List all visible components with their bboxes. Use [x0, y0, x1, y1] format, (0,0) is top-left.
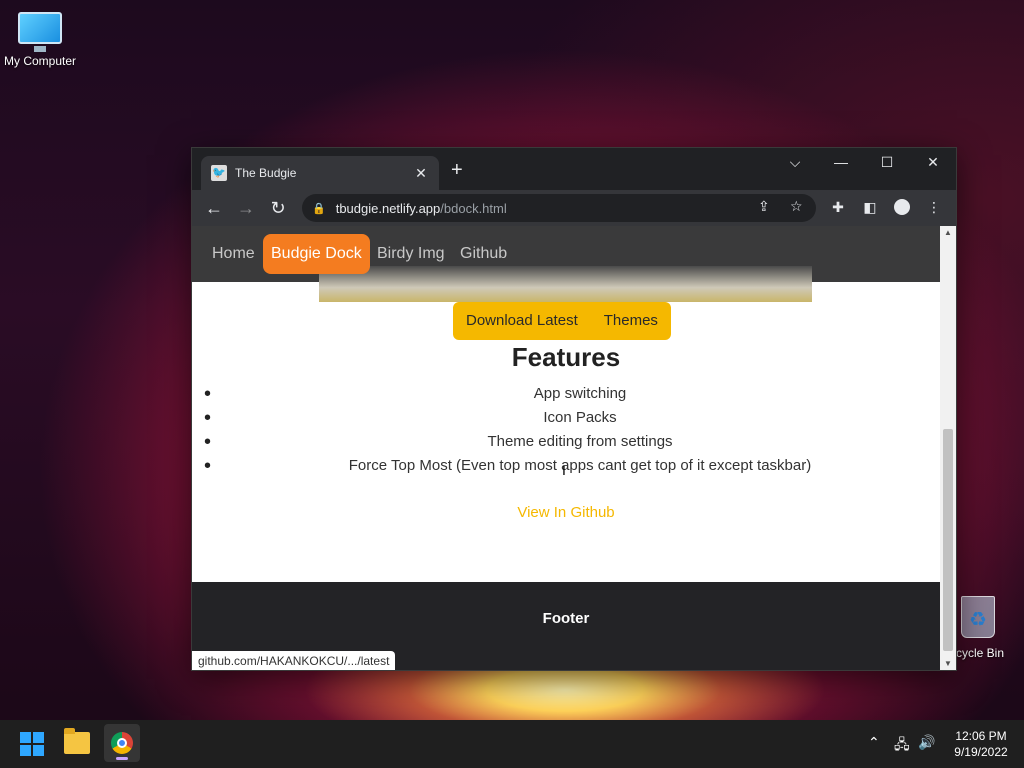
share-icon[interactable]: ⇪	[758, 198, 770, 215]
reload-icon[interactable]: ↻	[266, 196, 290, 220]
recycle-bin-shortcut[interactable]: ♻ cycle Bin	[948, 596, 1008, 660]
browser-toolbar: ← → ↻ 🔒 tbudgie.netlify.app/bdock.html ⇪…	[192, 190, 956, 226]
clock-time: 12:06 PM	[955, 729, 1007, 743]
file-explorer-icon[interactable]	[64, 728, 90, 754]
text-cursor-icon: I	[562, 462, 566, 478]
forward-arrow-icon[interactable]: →	[234, 196, 258, 220]
network-icon[interactable]: 🖧	[894, 734, 910, 758]
show-hidden-icons-chevron-icon[interactable]: ⌃	[868, 734, 880, 751]
address-bar[interactable]: 🔒 tbudgie.netlify.app/bdock.html ⇪ ☆	[302, 194, 816, 222]
site-navbar: Home Budgie Dock Birdy Img Github	[192, 226, 940, 302]
feature-item: Theme editing from settings	[204, 430, 930, 454]
nav-birdy-img[interactable]: Birdy Img	[369, 234, 453, 274]
lock-icon: 🔒	[312, 202, 326, 215]
title-bar: 🐦 The Budgie ✕ + ⌵ — ☐ ✕	[192, 148, 956, 190]
extensions-puzzle-icon[interactable]: ✚	[828, 199, 848, 216]
bookmark-star-icon[interactable]: ☆	[790, 198, 803, 215]
maximize-button[interactable]: ☐	[864, 152, 910, 172]
tab-title: The Budgie	[235, 166, 297, 180]
chrome-taskbar-button[interactable]	[104, 724, 140, 762]
taskbar: ⌃ 🖧 🔊 12:06 PM 9/19/2022	[0, 720, 1024, 768]
url-host: tbudgie.netlify.app	[335, 200, 441, 216]
scroll-down-icon[interactable]: ▼	[940, 657, 956, 670]
action-buttons: Download Latest Themes	[453, 302, 671, 340]
features-heading: Features	[511, 342, 621, 372]
page-viewport: Home Budgie Dock Birdy Img Github Downlo…	[192, 226, 940, 670]
nav-budgie-dock[interactable]: Budgie Dock	[263, 234, 370, 274]
nav-github[interactable]: Github	[452, 234, 515, 274]
system-clock[interactable]: 12:06 PM 9/19/2022	[946, 728, 1016, 760]
my-computer-shortcut[interactable]: My Computer	[0, 8, 80, 68]
scroll-up-icon[interactable]: ▲	[940, 226, 956, 240]
close-window-button[interactable]: ✕	[910, 152, 956, 172]
page-scrollbar[interactable]: ▲ ▼	[940, 226, 956, 670]
minimize-button[interactable]: —	[818, 152, 864, 172]
feature-list: App switching Icon Packs Theme editing f…	[204, 382, 930, 478]
my-computer-label: My Computer	[3, 54, 77, 68]
download-latest-button[interactable]: Download Latest	[453, 302, 591, 340]
profile-icon[interactable]	[892, 199, 912, 218]
nav-home[interactable]: Home	[204, 234, 263, 274]
recycle-bin-icon: ♻	[961, 596, 995, 638]
feature-item: Icon Packs	[204, 406, 930, 430]
footer-text: Footer	[542, 610, 590, 627]
clock-date: 9/19/2022	[954, 745, 1008, 759]
kebab-menu-icon[interactable]: ⋮	[924, 199, 944, 216]
scrollbar-thumb[interactable]	[943, 429, 953, 651]
back-arrow-icon[interactable]: ←	[202, 196, 226, 220]
browser-window: 🐦 The Budgie ✕ + ⌵ — ☐ ✕ ← → ↻ 🔒 tbudgie…	[191, 147, 957, 671]
recycle-bin-label: cycle Bin	[955, 646, 1005, 660]
chrome-icon	[111, 732, 133, 754]
themes-button[interactable]: Themes	[590, 302, 671, 340]
monitor-icon	[18, 12, 62, 52]
budgie-favicon-icon: 🐦	[211, 165, 227, 181]
tab-search-icon[interactable]: ⌵	[772, 152, 818, 172]
browser-tab[interactable]: 🐦 The Budgie ✕	[201, 156, 439, 190]
tab-close-icon[interactable]: ✕	[413, 165, 429, 182]
start-windows-icon[interactable]	[20, 732, 44, 756]
new-tab-button[interactable]: +	[451, 160, 463, 180]
view-in-github-link[interactable]: View In Github	[192, 504, 940, 521]
volume-icon[interactable]: 🔊	[918, 734, 935, 751]
feature-item: Force Top Most (Even top most apps cant …	[204, 454, 930, 478]
feature-item: App switching	[204, 382, 930, 406]
side-panel-icon[interactable]: ◧	[860, 199, 880, 216]
url-path: /bdock.html	[440, 200, 507, 216]
active-indicator	[116, 757, 128, 760]
status-bar-url: github.com/HAKANKOKCU/.../latest	[192, 651, 396, 670]
